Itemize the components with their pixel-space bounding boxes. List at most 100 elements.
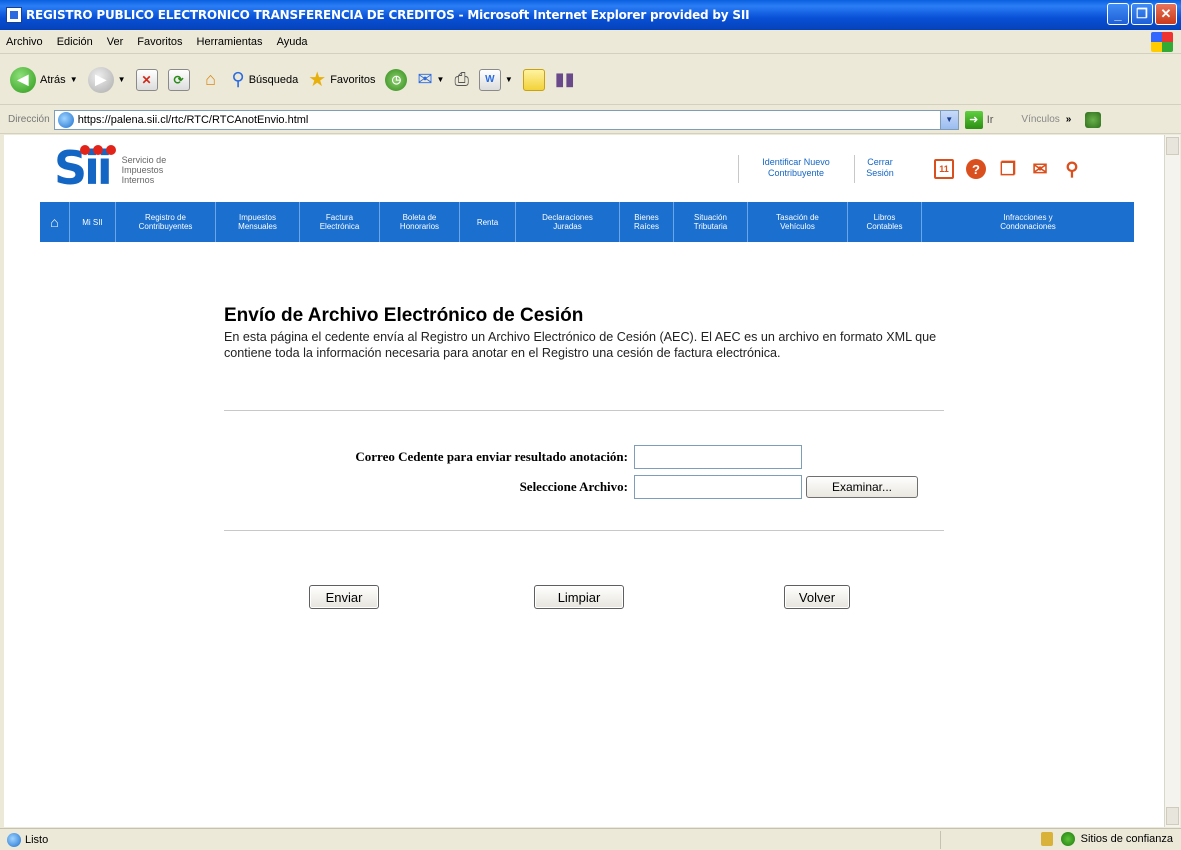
back-arrow-icon: ◀ <box>10 66 36 93</box>
nav-infracciones-condonaciones[interactable]: Infracciones y Condonaciones <box>922 202 1134 242</box>
nav-label: Declaraciones Juradas <box>542 213 593 231</box>
logout-link[interactable]: Cerrar Sesión <box>860 157 900 179</box>
mail-icon[interactable]: ✉ <box>1030 159 1050 179</box>
favorites-button[interactable]: ★ Favoritos <box>308 67 375 92</box>
main-content: Envío de Archivo Electrónico de Cesión E… <box>224 305 944 361</box>
nav-factura-electronica[interactable]: Factura Electrónica <box>300 202 380 242</box>
back-button-page[interactable]: Volver <box>784 585 850 609</box>
refresh-icon: ⟳ <box>167 68 190 91</box>
sii-logo[interactable]: Sii Servicio de Impuestos Internos <box>54 145 166 191</box>
stop-icon: ✕ <box>135 68 158 91</box>
identify-taxpayer-link[interactable]: Identificar Nuevo Contribuyente <box>746 157 846 179</box>
maximize-button[interactable]: ❐ <box>1131 3 1153 25</box>
nav-label-line: Infracciones y <box>1003 213 1053 222</box>
email-field[interactable] <box>634 445 802 469</box>
nav-label-line: Factura <box>325 213 354 222</box>
url-text: https://palena.sii.cl/rtc/RTC/RTCAnotEnv… <box>77 113 309 126</box>
lock-icon[interactable] <box>1040 832 1053 846</box>
go-label[interactable]: Ir <box>987 114 994 126</box>
menu-favoritos[interactable]: Favoritos <box>137 36 182 48</box>
status-text: Listo <box>25 833 49 846</box>
nav-libros-contables[interactable]: Libros Contables <box>848 202 922 242</box>
email-row: Correo Cedente para enviar resultado ano… <box>204 445 802 469</box>
nav-impuestos-mensuales[interactable]: Impuestos Mensuales <box>216 202 300 242</box>
home-button[interactable]: ⌂ <box>200 69 222 91</box>
favorites-label: Favoritos <box>330 73 376 86</box>
forward-button[interactable]: ▶ ▼ <box>87 66 126 93</box>
menu-edicion[interactable]: Edición <box>57 36 93 48</box>
nav-label-line: Raíces <box>634 222 659 231</box>
tools-icon[interactable] <box>1085 111 1102 128</box>
browse-button[interactable]: Examinar... <box>806 476 918 498</box>
edit-button[interactable]: W ▼ <box>478 68 513 91</box>
help-icon[interactable]: ? <box>966 159 986 179</box>
header-divider <box>854 155 855 183</box>
search-button[interactable]: ⚲ Búsqueda <box>232 69 299 90</box>
nav-tasacion-vehiculos[interactable]: Tasación de Vehículos <box>748 202 848 242</box>
nav-label-line: Honorarios <box>399 222 440 231</box>
scroll-down-arrow[interactable] <box>1166 807 1179 825</box>
nav-label: Factura Electrónica <box>320 213 360 231</box>
nav-label: Mi SII <box>82 217 103 227</box>
nav-label-line: Condonaciones <box>1000 222 1056 231</box>
refresh-button[interactable]: ⟳ <box>167 68 190 91</box>
page-title: Envío de Archivo Electrónico de Cesión <box>224 305 584 326</box>
nav-renta[interactable]: Renta <box>460 202 516 242</box>
print-button[interactable]: ⎙ <box>454 69 468 90</box>
divider <box>224 410 944 411</box>
zone-text: Sitios de confianza <box>1080 833 1173 845</box>
nav-label: Boleta de Honorarios <box>400 213 439 231</box>
page-viewport: Sii Servicio de Impuestos Internos Ident… <box>4 135 1164 827</box>
discuss-button[interactable] <box>522 68 545 91</box>
documents-icon[interactable]: ❐ <box>998 159 1018 179</box>
scroll-up-arrow[interactable] <box>1166 137 1179 155</box>
nav-label: Renta <box>476 217 499 227</box>
logo-subtitle: Servicio de Impuestos Internos <box>122 155 167 185</box>
link-line: Sesión <box>866 168 894 178</box>
history-button[interactable]: ◷ <box>385 68 408 91</box>
file-path-field[interactable] <box>634 475 802 499</box>
links-button[interactable]: Vínculos » <box>1021 114 1071 125</box>
address-dropdown-icon[interactable]: ▼ <box>939 110 958 129</box>
clear-button[interactable]: Limpiar <box>534 585 624 609</box>
nav-declaraciones-juradas[interactable]: Declaraciones Juradas <box>516 202 620 242</box>
link-line: Identificar Nuevo <box>762 157 830 167</box>
vertical-scrollbar[interactable] <box>1164 135 1180 827</box>
search-icon[interactable]: ⚲ <box>1062 159 1082 179</box>
logo-dots <box>80 145 116 155</box>
minimize-button[interactable]: _ <box>1107 3 1129 25</box>
address-field[interactable]: https://palena.sii.cl/rtc/RTC/RTCAnotEnv… <box>53 109 959 130</box>
title-bar: REGISTRO PUBLICO ELECTRONICO TRANSFERENC… <box>0 0 1181 30</box>
stop-button[interactable]: ✕ <box>135 68 158 91</box>
nav-registro-contribuyentes[interactable]: Registro de Contribuyentes <box>116 202 216 242</box>
close-button[interactable]: ✕ <box>1155 3 1177 25</box>
nav-label: Registro de Contribuyentes <box>139 213 193 231</box>
nav-boleta-honorarios[interactable]: Boleta de Honorarios <box>380 202 460 242</box>
mail-button[interactable]: ✉ ▼ <box>417 69 444 90</box>
window-title: REGISTRO PUBLICO ELECTRONICO TRANSFERENC… <box>26 8 750 22</box>
nav-label-line: Declaraciones <box>542 213 593 222</box>
menu-archivo[interactable]: Archivo <box>6 36 43 48</box>
chevron-down-icon: ▼ <box>117 75 126 84</box>
address-bar: Dirección https://palena.sii.cl/rtc/RTC/… <box>0 106 1181 134</box>
nav-mi-sii[interactable]: Mi SII <box>70 202 116 242</box>
nav-label-line: Juradas <box>553 222 582 231</box>
toolbar: ◀ Atrás ▼ ▶ ▼ ✕ ⟳ ⌂ ⚲ Búsqueda ★ Favorit… <box>0 55 1181 105</box>
research-button[interactable]: ▮▮ <box>555 69 575 90</box>
nav-home[interactable]: ⌂ <box>40 202 70 242</box>
nav-label-line: Tributaria <box>693 222 728 231</box>
nav-label-line: Impuestos <box>239 213 276 222</box>
back-button[interactable]: ◀ Atrás ▼ <box>10 66 78 93</box>
nav-situacion-tributaria[interactable]: Situación Tributaria <box>674 202 748 242</box>
star-icon: ★ <box>308 69 327 91</box>
send-button[interactable]: Enviar <box>309 585 379 609</box>
nav-bienes-raices[interactable]: Bienes Raíces <box>620 202 674 242</box>
go-button[interactable]: ➜ <box>964 110 983 129</box>
menu-herramientas[interactable]: Herramientas <box>197 36 263 48</box>
menu-ayuda[interactable]: Ayuda <box>277 36 308 48</box>
calendar-icon[interactable]: 11 <box>934 159 954 179</box>
menu-ver[interactable]: Ver <box>107 36 124 48</box>
nav-label: Bienes Raíces <box>634 213 659 231</box>
windows-logo-icon <box>1151 32 1173 52</box>
sii-header: Sii Servicio de Impuestos Internos Ident… <box>38 143 1134 201</box>
